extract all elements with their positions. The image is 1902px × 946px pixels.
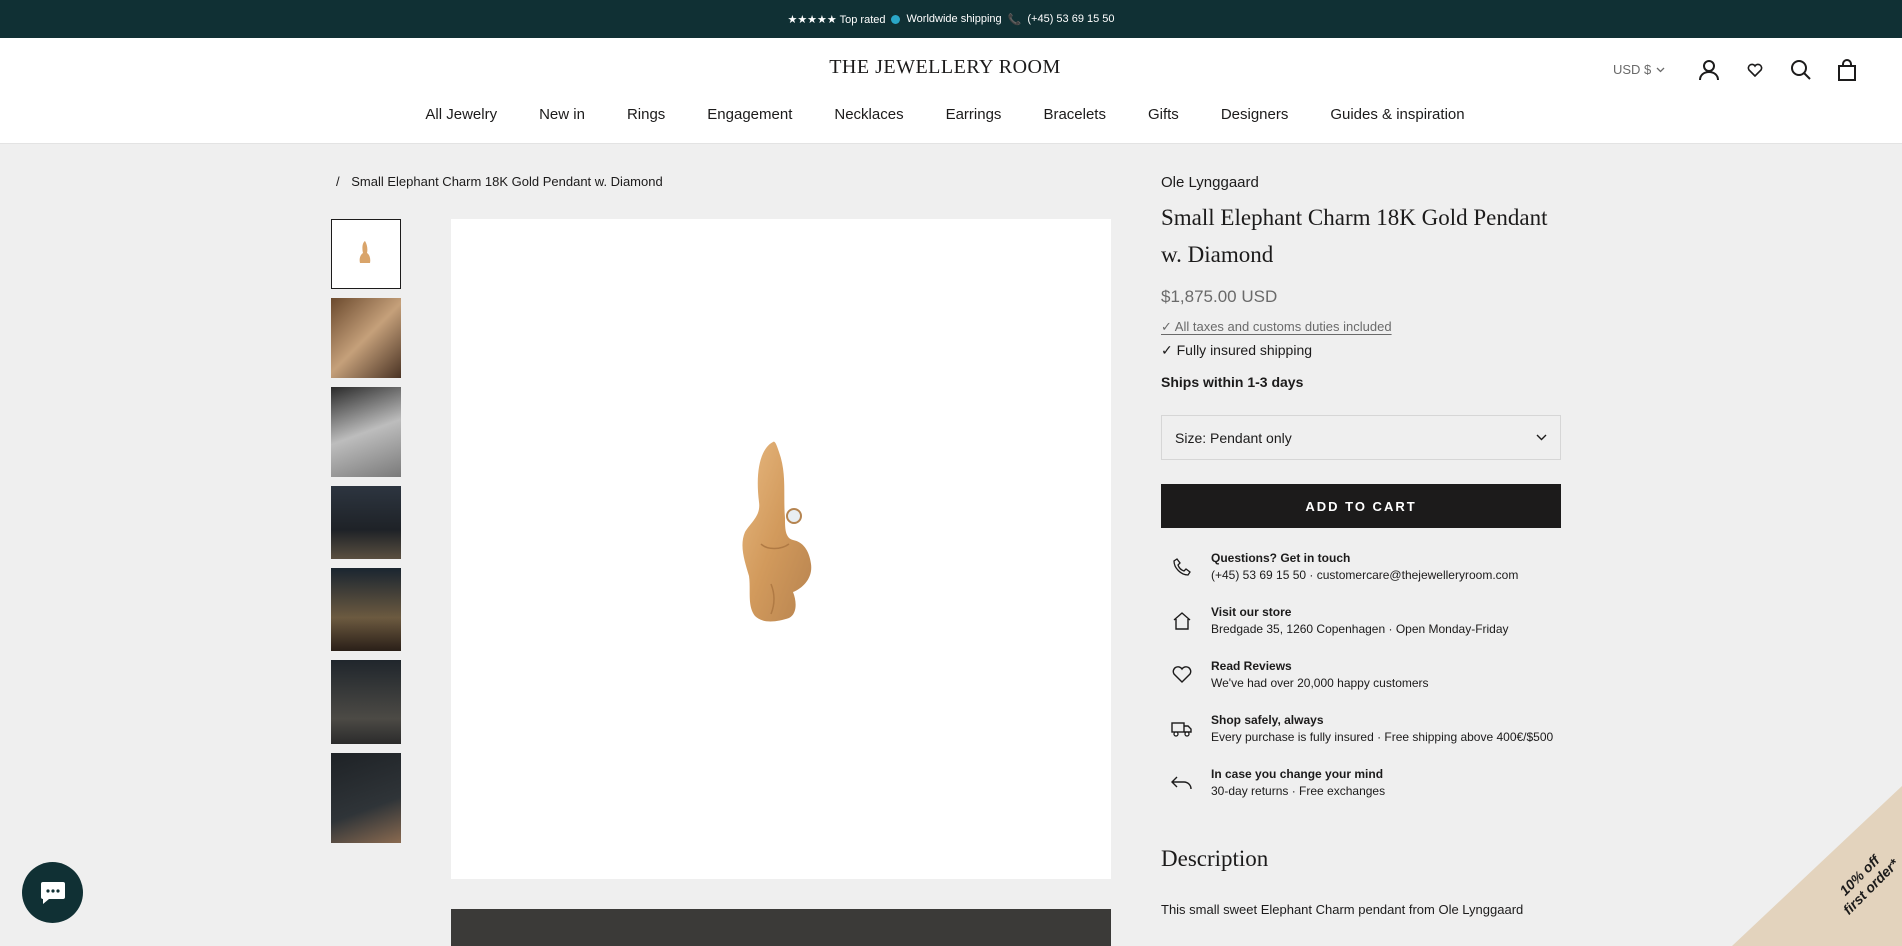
feature-title: Shop safely, always	[1211, 713, 1324, 727]
feature-contact[interactable]: Questions? Get in touch (+45) 53 69 15 5…	[1161, 550, 1561, 584]
wishlist-heart-icon[interactable]	[1742, 57, 1768, 83]
nav-bracelets[interactable]: Bracelets	[1022, 106, 1127, 123]
announcement-rated: ★★★★★ Top rated	[787, 13, 886, 26]
feature-title: Read Reviews	[1211, 659, 1292, 673]
breadcrumb-current: Small Elephant Charm 18K Gold Pendant w.…	[351, 174, 663, 189]
thumbnail-5[interactable]	[331, 568, 401, 651]
taxes-included-link[interactable]: ✓ All taxes and customs duties included	[1161, 319, 1561, 335]
feature-desc: Bredgade 35, 1260 Copenhagen · Open Mond…	[1211, 622, 1509, 636]
truck-icon	[1171, 718, 1193, 740]
promo-corner[interactable]: 10% off first order*	[1700, 780, 1902, 946]
thumbnail-6[interactable]	[331, 660, 401, 744]
phone-icon: 📞	[1007, 13, 1022, 26]
main-product-image[interactable]	[451, 219, 1111, 879]
feature-desc: We've had over 20,000 happy customers	[1211, 676, 1429, 690]
search-icon[interactable]	[1788, 57, 1814, 83]
product-price: $1,875.00 USD	[1161, 287, 1278, 306]
nav-engagement[interactable]: Engagement	[686, 106, 813, 123]
description-heading[interactable]: Description	[1161, 846, 1561, 872]
feature-store[interactable]: Visit our store Bredgade 35, 1260 Copenh…	[1161, 604, 1561, 638]
insured-shipping-text: ✓ Fully insured shipping	[1161, 342, 1313, 358]
heart-icon	[1171, 664, 1193, 686]
feature-desc: Every purchase is fully insured · Free s…	[1211, 730, 1554, 744]
feature-title: In case you change your mind	[1211, 767, 1384, 781]
site-header: THE JEWELLERY ROOM USD $ All Jewelry New…	[0, 38, 1902, 144]
feature-desc: 30-day returns · Free exchanges	[1211, 784, 1386, 798]
thumbnail-2[interactable]	[331, 298, 401, 378]
product-info: Ole Lynggaard Small Elephant Charm 18K G…	[1161, 174, 1561, 917]
cart-bag-icon[interactable]	[1834, 57, 1860, 83]
nav-gifts[interactable]: Gifts	[1127, 106, 1200, 123]
breadcrumb-separator: /	[336, 174, 340, 189]
currency-label: USD $	[1613, 62, 1652, 77]
nav-earrings[interactable]: Earrings	[925, 106, 1023, 123]
breadcrumb: / Small Elephant Charm 18K Gold Pendant …	[336, 174, 663, 189]
feature-shipping[interactable]: Shop safely, always Every purchase is fu…	[1161, 712, 1561, 746]
announcement-shipping: Worldwide shipping	[906, 13, 1002, 25]
secondary-product-image[interactable]	[451, 909, 1111, 946]
home-icon	[1171, 610, 1193, 632]
main-nav: All Jewelry New in Rings Engagement Neck…	[0, 106, 1890, 123]
return-arrow-icon	[1171, 772, 1193, 794]
elephant-pendant-image	[742, 441, 812, 622]
account-icon[interactable]	[1696, 57, 1722, 83]
product-title: Small Elephant Charm 18K Gold Pendant w.…	[1161, 205, 1548, 267]
thumbnail-7[interactable]	[331, 753, 401, 843]
feature-title: Visit our store	[1211, 605, 1292, 619]
thumbnail-4[interactable]	[331, 486, 401, 559]
add-to-cart-button[interactable]: ADD TO CART	[1161, 484, 1561, 528]
nav-guides[interactable]: Guides & inspiration	[1309, 106, 1485, 123]
chat-button[interactable]	[22, 862, 83, 923]
currency-selector[interactable]: USD $	[1613, 62, 1665, 77]
feature-desc: (+45) 53 69 15 50 · customercare@thejewe…	[1211, 568, 1519, 582]
site-logo[interactable]: THE JEWELLERY ROOM	[0, 56, 1890, 79]
announcement-phone[interactable]: (+45) 53 69 15 50	[1027, 13, 1114, 25]
nav-new-in[interactable]: New in	[518, 106, 606, 123]
globe-icon	[891, 14, 901, 24]
chevron-down-icon	[1656, 67, 1665, 72]
phone-icon	[1171, 556, 1193, 578]
size-select-label: Size: Pendant only	[1175, 429, 1292, 446]
nav-rings[interactable]: Rings	[606, 106, 686, 123]
chat-bubble-icon	[40, 881, 65, 904]
chevron-down-icon	[1536, 434, 1547, 441]
feature-returns[interactable]: In case you change your mind 30-day retu…	[1161, 766, 1561, 800]
feature-title: Questions? Get in touch	[1211, 551, 1351, 565]
description-text: This small sweet Elephant Charm pendant …	[1161, 902, 1524, 917]
thumbnail-list	[331, 219, 401, 852]
thumbnail-3[interactable]	[331, 387, 401, 477]
size-select[interactable]: Size: Pendant only	[1161, 415, 1561, 460]
nav-designers[interactable]: Designers	[1200, 106, 1310, 123]
feature-reviews[interactable]: Read Reviews We've had over 20,000 happy…	[1161, 658, 1561, 692]
nav-necklaces[interactable]: Necklaces	[813, 106, 924, 123]
nav-all-jewelry[interactable]: All Jewelry	[404, 106, 518, 123]
product-brand[interactable]: Ole Lynggaard	[1161, 174, 1561, 191]
thumbnail-1[interactable]	[331, 219, 401, 289]
announcement-bar: ★★★★★ Top rated Worldwide shipping 📞 (+4…	[0, 0, 1902, 38]
ships-within-text: Ships within 1-3 days	[1161, 374, 1304, 390]
